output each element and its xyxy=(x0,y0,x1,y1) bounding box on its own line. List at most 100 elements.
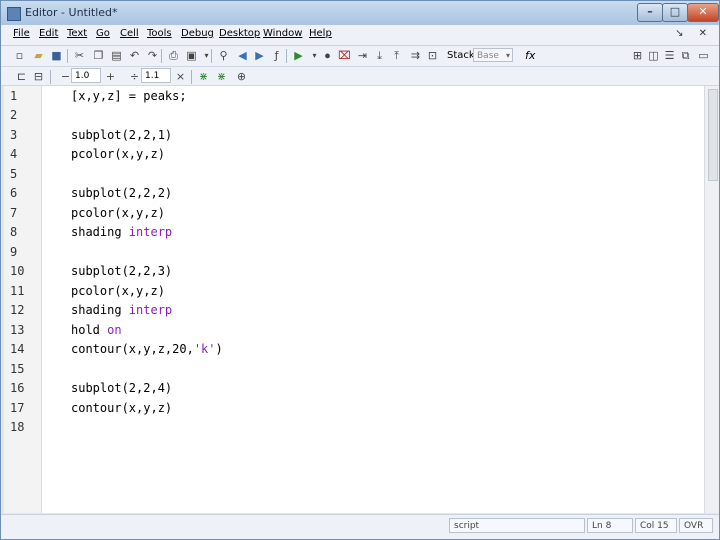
split-vertical-icon[interactable]: ◫ xyxy=(647,49,660,62)
eval-advance-icon[interactable]: ⋇ xyxy=(215,70,228,83)
cell-value-input-2[interactable]: 1.1 xyxy=(141,68,171,83)
toolbar-separator xyxy=(50,70,51,84)
code-keyword: on xyxy=(107,323,122,337)
new-file-icon[interactable]: ▫ xyxy=(13,49,26,62)
breakpoint-margin[interactable] xyxy=(1,86,4,513)
code-line[interactable]: shading interp xyxy=(71,303,172,317)
code-keyword: interp xyxy=(128,225,173,239)
redo-icon[interactable]: ↷ xyxy=(146,49,159,62)
line-number: 12 xyxy=(10,303,25,317)
menu-cell[interactable]: Cell xyxy=(120,28,139,39)
menu-go[interactable]: Go xyxy=(96,28,110,39)
menu-help[interactable]: Help xyxy=(309,28,332,39)
code-text: shading xyxy=(71,225,129,239)
close-button[interactable]: ✕ xyxy=(687,3,719,22)
paste-icon[interactable]: ▤ xyxy=(110,49,123,62)
copy-icon[interactable]: ❐ xyxy=(92,49,105,62)
toolbar-separator xyxy=(67,49,68,63)
continue-icon[interactable]: ⇉ xyxy=(409,49,422,62)
toolbar-separator xyxy=(161,49,162,63)
find-icon[interactable]: ⚲ xyxy=(217,49,230,62)
menu-text[interactable]: Text xyxy=(67,28,87,39)
minimize-button[interactable]: – xyxy=(637,3,663,22)
code-line[interactable]: subplot(2,2,4) xyxy=(71,381,172,395)
code-editor[interactable]: 1 2 3 4 5 6 7 8 9 10 11 12 13 14 15 16 1… xyxy=(1,86,704,513)
code-line[interactable]: contour(x,y,z) xyxy=(71,401,172,415)
status-overwrite: OVR xyxy=(679,518,713,533)
save-icon[interactable]: ■ xyxy=(50,49,63,62)
code-line[interactable]: pcolor(x,y,z) xyxy=(71,147,165,161)
tile-layout-icon[interactable]: ⊞ xyxy=(631,49,644,62)
line-number-gutter: 1 2 3 4 5 6 7 8 9 10 11 12 13 14 15 16 1… xyxy=(1,86,42,513)
code-line[interactable]: [x,y,z] = peaks; xyxy=(71,89,187,103)
exit-debug-icon[interactable]: ⊡ xyxy=(426,49,439,62)
clear-breakpoints-icon[interactable]: ⌧ xyxy=(338,49,351,62)
code-line[interactable]: pcolor(x,y,z) xyxy=(71,206,165,220)
chevron-down-icon: ▾ xyxy=(505,51,510,60)
line-number: 1 xyxy=(10,89,18,103)
multiply-button[interactable]: × xyxy=(174,70,187,83)
run-dropdown-icon[interactable]: ▾ xyxy=(308,49,321,62)
step-icon[interactable]: ⇥ xyxy=(356,49,369,62)
code-line[interactable]: contour(x,y,z,20,'k') xyxy=(71,342,223,356)
code-line[interactable]: subplot(2,2,3) xyxy=(71,264,172,278)
menu-file[interactable]: File xyxy=(13,28,30,39)
code-line[interactable]: subplot(2,2,2) xyxy=(71,186,172,200)
menu-debug[interactable]: Debug xyxy=(181,28,214,39)
code-text: shading xyxy=(71,303,129,317)
increment-button[interactable]: + xyxy=(104,70,117,83)
maximize-button[interactable]: □ xyxy=(662,3,688,22)
line-number: 13 xyxy=(10,323,25,337)
editor-app-icon xyxy=(7,7,21,21)
time-cell-icon[interactable]: ⊕ xyxy=(235,70,248,83)
cell-list-icon[interactable]: ⊟ xyxy=(32,70,45,83)
split-horizontal-icon[interactable]: ☰ xyxy=(663,49,676,62)
print-icon[interactable]: ⎙ xyxy=(167,49,180,62)
code-line[interactable]: pcolor(x,y,z) xyxy=(71,284,165,298)
code-text: contour(x,y,z,20, xyxy=(71,342,194,356)
code-line[interactable]: shading interp xyxy=(71,225,172,239)
insert-cell-icon[interactable]: ⊏ xyxy=(15,70,28,83)
line-number: 8 xyxy=(10,225,18,239)
undo-icon[interactable]: ↶ xyxy=(128,49,141,62)
code-line[interactable]: hold on xyxy=(71,323,122,337)
line-number: 18 xyxy=(10,420,25,434)
set-breakpoint-icon[interactable]: ⦁ xyxy=(321,49,334,62)
cut-icon[interactable]: ✂ xyxy=(73,49,86,62)
maximize-layout-icon[interactable]: ▭ xyxy=(697,49,710,62)
menu-desktop[interactable]: Desktop xyxy=(219,28,260,39)
status-mode: script xyxy=(449,518,585,533)
menu-tools[interactable]: Tools xyxy=(147,28,172,39)
forward-arrow-icon[interactable]: ▶ xyxy=(253,49,266,62)
eval-cell-icon[interactable]: ⋇ xyxy=(197,70,210,83)
vertical-scrollbar[interactable] xyxy=(704,86,719,513)
step-out-icon[interactable]: ⤒ xyxy=(390,49,403,62)
line-number: 15 xyxy=(10,362,25,376)
window-title: Editor - Untitled* xyxy=(25,6,118,19)
scrollbar-thumb[interactable] xyxy=(708,89,718,181)
line-number: 11 xyxy=(10,284,25,298)
menu-window[interactable]: Window xyxy=(263,28,302,39)
run-icon[interactable]: ▶ xyxy=(292,49,305,62)
menu-edit[interactable]: Edit xyxy=(39,28,58,39)
float-layout-icon[interactable]: ⧉ xyxy=(679,49,692,62)
stack-select[interactable]: Base ▾ xyxy=(473,48,513,62)
line-number: 16 xyxy=(10,381,25,395)
title-bar: Editor - Untitled* – □ ✕ xyxy=(1,1,719,25)
code-text: hold xyxy=(71,323,108,337)
publish-icon[interactable]: ▣ xyxy=(185,49,198,62)
code-keyword: interp xyxy=(128,303,173,317)
back-arrow-icon[interactable]: ◀ xyxy=(236,49,249,62)
open-folder-icon[interactable]: ▰ xyxy=(32,49,45,62)
dock-controls-icon[interactable]: ↘ ✕ xyxy=(675,28,713,39)
toolbar-separator xyxy=(286,49,287,63)
divide-button[interactable]: ÷ xyxy=(128,70,141,83)
line-number: 14 xyxy=(10,342,25,356)
step-in-icon[interactable]: ⤓ xyxy=(373,49,386,62)
code-text: ) xyxy=(215,342,223,356)
goto-function-icon[interactable]: ƒ xyxy=(270,49,283,62)
status-bar: script Ln 8 Col 15 OVR xyxy=(1,514,719,539)
fx-button[interactable]: fx xyxy=(525,49,535,62)
cell-value-input-1[interactable]: 1.0 xyxy=(71,68,101,83)
code-line[interactable]: subplot(2,2,1) xyxy=(71,128,172,142)
